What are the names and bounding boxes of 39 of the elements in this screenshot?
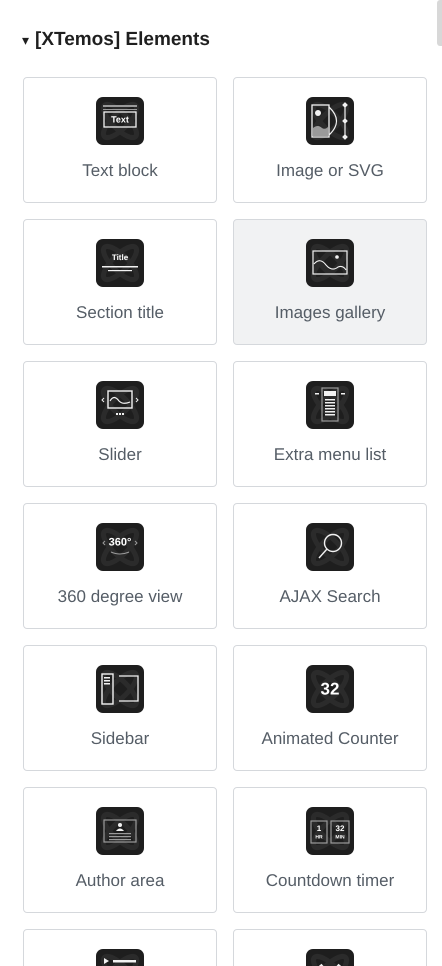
element-label: AJAX Search	[279, 587, 381, 607]
search-icon	[306, 523, 354, 571]
element-card[interactable]: Extra menu list	[233, 361, 427, 487]
element-label: Animated Counter	[261, 729, 399, 749]
element-label: Sidebar	[90, 729, 150, 749]
icon-text: 360°	[108, 538, 132, 548]
element-label: Extra menu list	[274, 445, 386, 465]
element-label: Text block	[82, 161, 158, 181]
element-card[interactable]: Images gallery	[233, 219, 427, 345]
slider-icon	[96, 381, 144, 429]
landscape-frame-icon	[306, 239, 354, 287]
element-card[interactable]: Slider	[23, 361, 217, 487]
scrollbar-thumb[interactable]	[437, 0, 442, 46]
menu-list-icon	[306, 381, 354, 429]
element-label: Countdown timer	[266, 871, 394, 891]
element-card[interactable]: 32 Animated Counter	[233, 645, 427, 771]
element-label: Images gallery	[274, 303, 386, 323]
element-card[interactable]: Sidebar	[23, 645, 217, 771]
element-label: Section title	[76, 303, 164, 323]
element-card[interactable]: Text Text block	[23, 77, 217, 203]
icon-text: 32	[320, 680, 340, 698]
icon-text: Title	[112, 254, 128, 262]
element-card[interactable]: 360° 360 degree view	[23, 503, 217, 629]
icon-text: 1	[316, 825, 322, 833]
element-card[interactable]: Title Section title	[23, 219, 217, 345]
author-card-icon	[96, 807, 144, 855]
element-label: Slider	[98, 445, 142, 465]
element-card[interactable]: Image or SVG	[233, 77, 427, 203]
element-label: 360 degree view	[58, 587, 182, 607]
sidebar-layout-icon	[96, 665, 144, 713]
collapse-toggle[interactable]: ▾	[22, 33, 29, 47]
element-card[interactable]: AJAX Search	[233, 503, 427, 629]
element-label: Author area	[76, 871, 164, 891]
icon-text: 32	[336, 825, 344, 833]
icon-text: Text	[111, 115, 129, 124]
section-title: [XTemos] Elements	[35, 29, 210, 51]
element-label: Image or SVG	[276, 161, 384, 181]
element-card[interactable]: Author area	[23, 787, 217, 913]
image-vector-icon	[306, 97, 354, 145]
